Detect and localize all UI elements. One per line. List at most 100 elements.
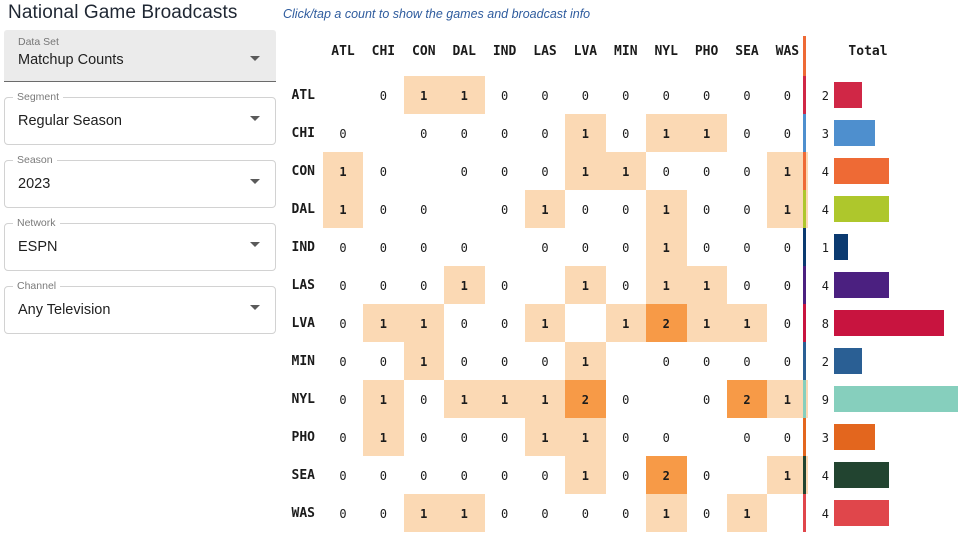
matrix-cell-count[interactable]: 1	[404, 89, 444, 103]
matrix-cell-count[interactable]: 0	[323, 431, 363, 445]
matrix-cell-count[interactable]: 0	[444, 127, 484, 141]
matrix-cell-count[interactable]: 0	[606, 469, 646, 483]
chevron-down-icon[interactable]	[250, 242, 260, 247]
matrix-cell-count[interactable]: 0	[687, 393, 727, 407]
matrix-cell-count[interactable]: 0	[485, 279, 525, 293]
matrix-cell-count[interactable]: 1	[767, 203, 807, 217]
matrix-cell-count[interactable]: 0	[525, 89, 565, 103]
matrix-cell-count[interactable]: 1	[525, 393, 565, 407]
chevron-down-icon[interactable]	[250, 179, 260, 184]
select-segment[interactable]: SegmentRegular Season	[4, 91, 276, 145]
matrix-cell-count[interactable]: 0	[687, 469, 727, 483]
matrix-cell-count[interactable]: 0	[485, 89, 525, 103]
matrix-cell-count[interactable]: 0	[565, 89, 605, 103]
matrix-cell-count[interactable]: 1	[646, 279, 686, 293]
chevron-down-icon[interactable]	[250, 305, 260, 310]
matrix-cell-count[interactable]: 0	[727, 89, 767, 103]
matrix-cell-count[interactable]: 0	[767, 241, 807, 255]
matrix-cell-count[interactable]: 1	[767, 165, 807, 179]
matrix-cell-count[interactable]: 0	[727, 203, 767, 217]
matrix-cell-count[interactable]: 0	[646, 355, 686, 369]
matrix-cell-count[interactable]: 0	[687, 165, 727, 179]
matrix-cell-count[interactable]: 0	[646, 431, 686, 445]
matrix-cell-count[interactable]: 1	[687, 127, 727, 141]
matrix-cell-count[interactable]: 0	[606, 89, 646, 103]
matrix-cell-count[interactable]: 0	[444, 241, 484, 255]
matrix-cell-count[interactable]: 0	[444, 317, 484, 331]
matrix-cell-count[interactable]: 1	[363, 317, 403, 331]
matrix-cell-count[interactable]: 2	[646, 469, 686, 483]
matrix-cell-count[interactable]: 0	[606, 203, 646, 217]
select-season[interactable]: Season2023	[4, 154, 276, 208]
matrix-cell-count[interactable]: 1	[525, 317, 565, 331]
matrix-cell-count[interactable]: 1	[646, 241, 686, 255]
matrix-cell-count[interactable]: 0	[525, 165, 565, 179]
matrix-cell-count[interactable]: 2	[727, 393, 767, 407]
matrix-cell-count[interactable]: 1	[565, 279, 605, 293]
matrix-cell-count[interactable]: 0	[404, 393, 444, 407]
matrix-cell-count[interactable]: 1	[646, 203, 686, 217]
matrix-cell-count[interactable]: 1	[767, 393, 807, 407]
matrix-cell-count[interactable]: 0	[727, 165, 767, 179]
matrix-cell-count[interactable]: 0	[323, 355, 363, 369]
matrix-cell-count[interactable]: 1	[485, 393, 525, 407]
select-data-set[interactable]: Data SetMatchup Counts	[4, 30, 276, 82]
matrix-cell-count[interactable]: 0	[767, 431, 807, 445]
matrix-cell-count[interactable]: 0	[565, 507, 605, 521]
matrix-cell-count[interactable]: 0	[323, 241, 363, 255]
matrix-cell-count[interactable]: 0	[404, 279, 444, 293]
matrix-cell-count[interactable]: 0	[485, 165, 525, 179]
matrix-cell-count[interactable]: 1	[727, 317, 767, 331]
matrix-cell-count[interactable]: 0	[404, 469, 444, 483]
matrix-cell-count[interactable]: 1	[565, 469, 605, 483]
matrix-cell-count[interactable]: 0	[565, 203, 605, 217]
matrix-cell-count[interactable]: 1	[444, 393, 484, 407]
matrix-cell-count[interactable]: 0	[525, 355, 565, 369]
matrix-cell-count[interactable]: 1	[444, 89, 484, 103]
matrix-cell-count[interactable]: 1	[767, 469, 807, 483]
matrix-cell-count[interactable]: 1	[646, 127, 686, 141]
matrix-cell-count[interactable]: 0	[363, 89, 403, 103]
matrix-cell-count[interactable]: 0	[363, 203, 403, 217]
matrix-cell-count[interactable]: 1	[565, 165, 605, 179]
matrix-cell-count[interactable]: 0	[606, 279, 646, 293]
matrix-cell-count[interactable]: 0	[444, 469, 484, 483]
matrix-cell-count[interactable]: 0	[727, 279, 767, 293]
matrix-cell-count[interactable]: 0	[363, 165, 403, 179]
matrix-cell-count[interactable]: 0	[606, 241, 646, 255]
matrix-cell-count[interactable]: 1	[404, 507, 444, 521]
matrix-cell-count[interactable]: 1	[646, 507, 686, 521]
matrix-cell-count[interactable]: 1	[687, 317, 727, 331]
matrix-cell-count[interactable]: 1	[606, 317, 646, 331]
matrix-cell-count[interactable]: 0	[363, 355, 403, 369]
matrix-cell-count[interactable]: 1	[727, 507, 767, 521]
matrix-cell-count[interactable]: 0	[767, 127, 807, 141]
matrix-cell-count[interactable]: 0	[363, 469, 403, 483]
chevron-down-icon[interactable]	[250, 116, 260, 121]
matrix-cell-count[interactable]: 1	[565, 127, 605, 141]
matrix-cell-count[interactable]: 1	[363, 393, 403, 407]
matrix-cell-count[interactable]: 1	[363, 431, 403, 445]
matrix-cell-count[interactable]: 0	[565, 241, 605, 255]
matrix-cell-count[interactable]: 0	[485, 469, 525, 483]
matrix-cell-count[interactable]: 0	[444, 165, 484, 179]
matrix-cell-count[interactable]: 0	[485, 127, 525, 141]
matrix-cell-count[interactable]: 1	[323, 203, 363, 217]
matrix-cell-count[interactable]: 0	[323, 279, 363, 293]
matrix-cell-count[interactable]: 2	[646, 317, 686, 331]
matrix-cell-count[interactable]: 0	[525, 469, 565, 483]
matrix-cell-count[interactable]: 1	[404, 355, 444, 369]
matrix-cell-count[interactable]: 0	[727, 431, 767, 445]
matrix-cell-count[interactable]: 1	[444, 279, 484, 293]
matrix-cell-count[interactable]: 0	[485, 355, 525, 369]
chevron-down-icon[interactable]	[250, 56, 260, 61]
matrix-cell-count[interactable]: 0	[444, 355, 484, 369]
matrix-cell-count[interactable]: 0	[444, 431, 484, 445]
matrix-cell-count[interactable]: 1	[687, 279, 727, 293]
select-channel[interactable]: ChannelAny Television	[4, 280, 276, 334]
matrix-cell-count[interactable]: 0	[767, 89, 807, 103]
matrix-cell-count[interactable]: 0	[323, 469, 363, 483]
matrix-cell-count[interactable]: 0	[363, 507, 403, 521]
matrix-cell-count[interactable]: 0	[767, 279, 807, 293]
matrix-cell-count[interactable]: 1	[565, 431, 605, 445]
